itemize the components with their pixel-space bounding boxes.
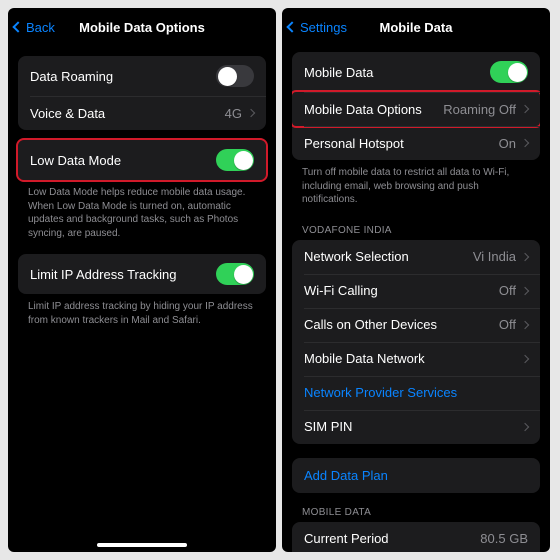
footer-low-data: Low Data Mode helps reduce mobile data u… xyxy=(8,180,276,244)
chevron-right-icon xyxy=(521,422,529,430)
group-limit-ip: Limit IP Address Tracking xyxy=(18,254,266,294)
group-carrier: Network Selection Vi India Wi-Fi Calling… xyxy=(292,240,540,444)
toggle-low-data-mode[interactable] xyxy=(216,149,254,171)
row-detail: 80.5 GB xyxy=(480,531,528,546)
row-label: SIM PIN xyxy=(304,419,352,434)
chevron-right-icon xyxy=(521,252,529,260)
row-detail xyxy=(522,424,528,430)
row-network-provider-services[interactable]: Network Provider Services xyxy=(292,376,540,410)
row-label: Calls on Other Devices xyxy=(304,317,437,332)
row-mobile-data-options[interactable]: Mobile Data Options Roaming Off xyxy=(292,92,540,126)
chevron-right-icon xyxy=(521,320,529,328)
row-wifi-calling[interactable]: Wi-Fi Calling Off xyxy=(292,274,540,308)
chevron-right-icon xyxy=(521,286,529,294)
row-detail: Roaming Off xyxy=(443,102,528,117)
row-label: Network Selection xyxy=(304,249,409,264)
row-current-period[interactable]: Current Period 80.5 GB xyxy=(292,522,540,553)
row-data-roaming[interactable]: Data Roaming xyxy=(18,56,266,96)
chevron-right-icon xyxy=(521,139,529,147)
row-label: Personal Hotspot xyxy=(304,136,404,151)
group-low-data-mode: Low Data Mode xyxy=(18,140,266,180)
back-label: Settings xyxy=(300,20,347,35)
row-label: Add Data Plan xyxy=(304,468,388,483)
screenshot-mobile-data-options: Back Mobile Data Options Data Roaming Vo… xyxy=(8,8,276,552)
footer-mobile-data: Turn off mobile data to restrict all dat… xyxy=(282,160,550,211)
navbar: Settings Mobile Data xyxy=(282,8,550,46)
row-label: Mobile Data Network xyxy=(304,351,425,366)
page-title: Mobile Data Options xyxy=(79,20,205,35)
home-indicator[interactable] xyxy=(97,543,187,547)
row-voice-data[interactable]: Voice & Data 4G xyxy=(18,96,266,130)
row-label: Mobile Data xyxy=(304,65,373,80)
row-sim-pin[interactable]: SIM PIN xyxy=(292,410,540,444)
back-button[interactable]: Settings xyxy=(288,8,347,46)
row-label: Mobile Data Options xyxy=(304,102,422,117)
row-low-data-mode[interactable]: Low Data Mode xyxy=(18,140,266,180)
row-network-selection[interactable]: Network Selection Vi India xyxy=(292,240,540,274)
row-label: Network Provider Services xyxy=(304,385,457,400)
navbar: Back Mobile Data Options xyxy=(8,8,276,46)
row-limit-ip-tracking[interactable]: Limit IP Address Tracking xyxy=(18,254,266,294)
row-mobile-data-network[interactable]: Mobile Data Network xyxy=(292,342,540,376)
group-usage: Current Period 80.5 GB Current Period Ro… xyxy=(292,522,540,553)
toggle-data-roaming[interactable] xyxy=(216,65,254,87)
group-roaming: Data Roaming Voice & Data 4G xyxy=(18,56,266,130)
row-detail xyxy=(522,356,528,362)
footer-limit-ip: Limit IP address tracking by hiding your… xyxy=(8,294,276,331)
row-label: Low Data Mode xyxy=(30,153,121,168)
group-main: Mobile Data Mobile Data Options Roaming … xyxy=(292,52,540,160)
row-personal-hotspot[interactable]: Personal Hotspot On xyxy=(292,126,540,160)
back-label: Back xyxy=(26,20,55,35)
row-label: Voice & Data xyxy=(30,106,105,121)
row-label: Data Roaming xyxy=(30,69,113,84)
header-mobile-data: MOBILE DATA xyxy=(282,493,550,522)
row-detail: 4G xyxy=(225,106,254,121)
toggle-mobile-data[interactable] xyxy=(490,61,528,83)
chevron-right-icon xyxy=(247,109,255,117)
toggle-limit-ip[interactable] xyxy=(216,263,254,285)
page-title: Mobile Data xyxy=(380,20,453,35)
row-mobile-data[interactable]: Mobile Data xyxy=(292,52,540,92)
row-detail: Vi India xyxy=(473,249,528,264)
back-button[interactable]: Back xyxy=(14,8,55,46)
row-label: Limit IP Address Tracking xyxy=(30,267,176,282)
row-add-data-plan[interactable]: Add Data Plan xyxy=(292,458,540,493)
row-calls-other-devices[interactable]: Calls on Other Devices Off xyxy=(292,308,540,342)
chevron-left-icon xyxy=(286,21,297,32)
screenshot-mobile-data: Settings Mobile Data Mobile Data Mobile … xyxy=(282,8,550,552)
row-detail: On xyxy=(499,136,528,151)
row-detail: Off xyxy=(499,317,528,332)
row-label: Current Period xyxy=(304,531,389,546)
chevron-right-icon xyxy=(521,105,529,113)
chevron-right-icon xyxy=(521,354,529,362)
row-detail: Off xyxy=(499,283,528,298)
chevron-left-icon xyxy=(12,21,23,32)
row-label: Wi-Fi Calling xyxy=(304,283,378,298)
header-carrier: VODAFONE INDIA xyxy=(282,211,550,240)
